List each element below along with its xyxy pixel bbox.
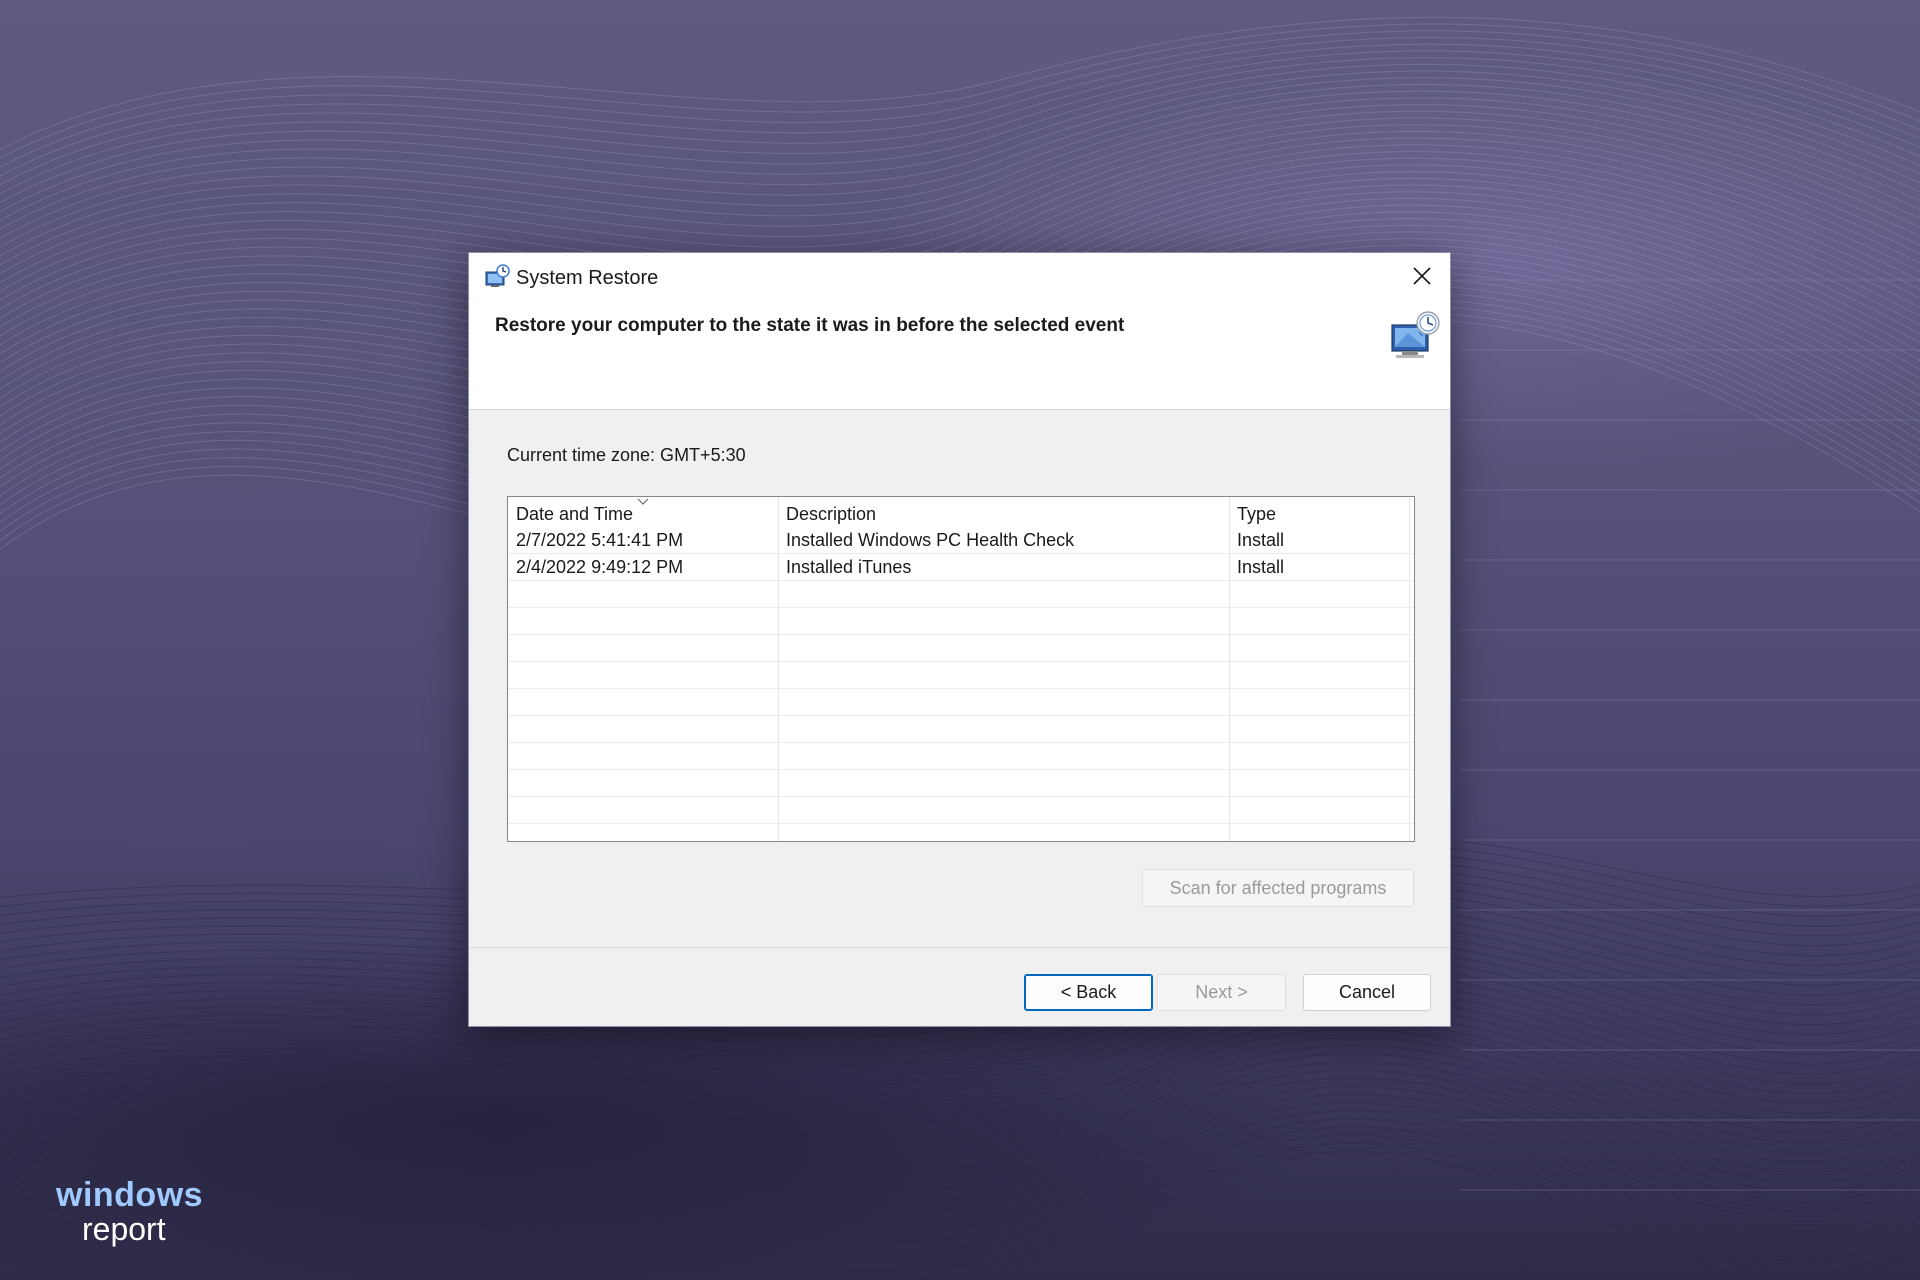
row-divider: [508, 715, 1414, 716]
table-row[interactable]: 2/4/2022 9:49:12 PM Installed iTunes Ins…: [508, 554, 1414, 581]
column-header-date[interactable]: Date and Time: [508, 497, 778, 527]
background-wave-line: [0, 57, 1920, 204]
background-wave-line: [0, 30, 1920, 168]
background-wave-line: [0, 1069, 1920, 1184]
row-divider: [508, 823, 1414, 824]
column-header-label: Date and Time: [516, 504, 634, 524]
back-button[interactable]: < Back: [1024, 974, 1153, 1011]
row-type: Install: [1237, 557, 1285, 577]
restore-points-list[interactable]: Date and Time Description Type 2/7/2022 …: [507, 496, 1415, 842]
system-restore-dialog: System Restore Restore your computer to …: [468, 252, 1451, 1027]
background-wave-line: [0, 1037, 1920, 1144]
dialog-header: System Restore Restore your computer to …: [469, 253, 1450, 410]
cancel-button[interactable]: Cancel: [1303, 974, 1431, 1011]
row-date: 2/7/2022 5:41:41 PM: [516, 530, 684, 550]
background-wave-line: [0, 97, 1920, 257]
row-divider: [508, 580, 1414, 581]
background-wave-line: [0, 77, 1920, 231]
logo-line-2: report: [82, 1211, 166, 1247]
window-title: System Restore: [516, 267, 659, 289]
background-wave-line: [0, 63, 1920, 213]
scan-affected-programs-button[interactable]: Scan for affected programs: [1142, 869, 1414, 907]
column-header-label: Description: [786, 504, 877, 524]
background-wave-line: [0, 1094, 1920, 1213]
background-wave-line: [0, 90, 1920, 248]
timezone-label: Current time zone: GMT+5:30: [507, 445, 746, 465]
row-divider: [508, 634, 1414, 635]
background-wave-line: [0, 83, 1920, 239]
row-divider: [508, 742, 1414, 743]
row-divider: [508, 607, 1414, 608]
background-wave-line: [0, 1110, 1920, 1233]
row-divider: [508, 796, 1414, 797]
footer-divider: [469, 947, 1450, 948]
dialog-heading: Restore your computer to the state it wa…: [495, 315, 1125, 336]
background-wave-line: [0, 1118, 1920, 1243]
column-header-description[interactable]: Description: [778, 497, 1229, 527]
row-type: Install: [1237, 530, 1285, 550]
row-description: Installed iTunes: [786, 557, 912, 577]
row-description: Installed Windows PC Health Check: [786, 530, 1075, 550]
column-header-label: Type: [1237, 504, 1277, 524]
next-button[interactable]: Next >: [1157, 974, 1286, 1011]
background-wave-line: [0, 1077, 1920, 1194]
background-wave-line: [0, 1045, 1920, 1154]
windows-report-logo: windows report: [56, 1178, 203, 1246]
row-divider: [508, 661, 1414, 662]
row-date: 2/4/2022 9:49:12 PM: [516, 557, 684, 577]
system-restore-large-icon: [1391, 311, 1440, 358]
background-wave-line: [0, 16, 1920, 151]
row-divider: [508, 769, 1414, 770]
table-row[interactable]: 2/7/2022 5:41:41 PM Installed Windows PC…: [508, 527, 1414, 554]
row-divider: [508, 553, 1414, 554]
logo-line-1: windows: [56, 1176, 204, 1214]
row-divider: [508, 688, 1414, 689]
title-bar[interactable]: System Restore: [469, 253, 1450, 299]
system-restore-icon: [485, 264, 510, 287]
column-header-type[interactable]: Type: [1229, 497, 1409, 527]
close-button[interactable]: [1394, 253, 1450, 299]
close-icon: [1413, 267, 1431, 285]
sort-descending-icon: [637, 498, 649, 505]
